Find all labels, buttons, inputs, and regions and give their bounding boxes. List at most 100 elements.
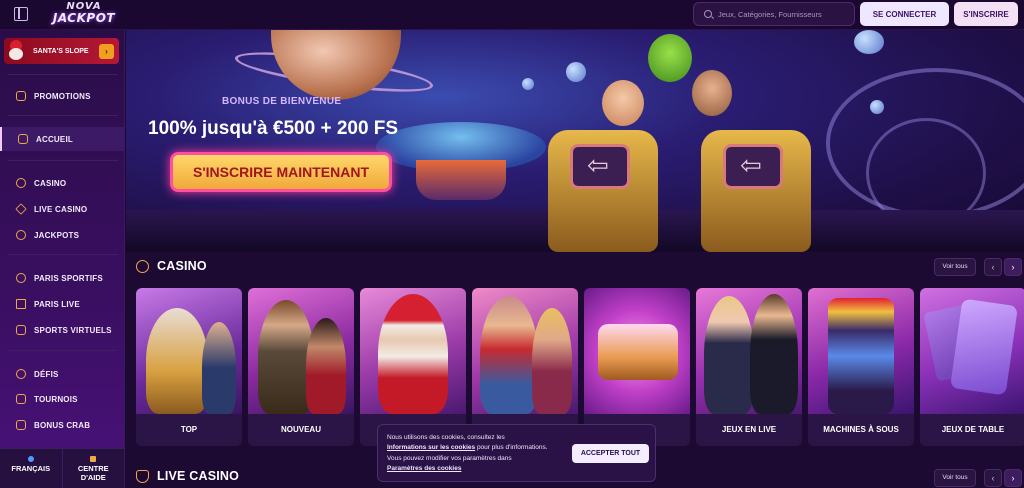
sidebar-divider (8, 115, 118, 116)
site-logo[interactable]: NOVA JACKPOT (46, 0, 122, 26)
sidebar-item-jackpots[interactable]: JACKPOTS (0, 223, 124, 247)
cookie-banner: Nous utilisons des cookies, consultez le… (377, 424, 656, 482)
bumper-car-illustration (548, 130, 658, 252)
bumper-car-illustration (701, 130, 811, 252)
sidebar-item-label: ACCUEIL (36, 134, 73, 144)
live-casino-prev-button[interactable]: ‹ (984, 469, 1002, 487)
chevron-right-icon[interactable]: › (99, 43, 114, 59)
live-casino-next-button[interactable]: › (1004, 469, 1022, 487)
slot-machine-artwork (808, 288, 914, 414)
sidebar-item-label: DÉFIS (34, 369, 59, 379)
cookie-text-line: pour plus d'informations. (475, 444, 548, 452)
sidebar-item-label: JACKPOTS (34, 230, 80, 240)
crown-artwork (584, 288, 690, 414)
welcome-bonus-banner[interactable]: BONUS DE BIENVENUE 100% jusqu'à €500 + 2… (126, 30, 1024, 252)
play-icon (16, 299, 26, 309)
category-card-nouveau[interactable]: NOUVEAU (248, 288, 354, 446)
sidebar-item-casino[interactable]: CASINO (0, 171, 124, 195)
sidebar-item-sports-virtuels[interactable]: SPORTS VIRTUELS (0, 318, 124, 342)
crab-icon (16, 420, 26, 430)
sidebar-item-accueil[interactable]: ACCUEIL (0, 127, 124, 151)
globe-icon (27, 456, 34, 462)
sidebar-item-defis[interactable]: DÉFIS (0, 362, 124, 386)
cookie-text: Nous utilisons des cookies, consultez le… (387, 433, 567, 474)
help-icon (90, 456, 97, 462)
alien-illustration (648, 34, 692, 82)
cookie-settings-link[interactable]: Paramètres des cookies (387, 465, 461, 472)
sidebar-divider (8, 254, 118, 255)
sidebar-item-bonus-crab[interactable]: BONUS CRAB (0, 413, 124, 437)
register-button[interactable]: S'INSCRIRE (954, 2, 1018, 26)
sports-icon (16, 273, 26, 283)
section-title: CASINO (157, 259, 207, 273)
cookie-info-link[interactable]: Informations sur les cookies (387, 444, 475, 451)
login-button[interactable]: SE CONNECTER (860, 2, 949, 26)
santa-icon (7, 40, 27, 62)
cowboy-artwork (472, 288, 578, 414)
rider-illustration (602, 80, 644, 126)
adventurer-artwork (248, 288, 354, 414)
trophy-icon (16, 394, 26, 404)
search-icon (704, 10, 712, 18)
sidebar-toggle-icon[interactable] (14, 7, 28, 21)
medal-icon (16, 369, 26, 379)
card-caption: NOUVEAU (248, 414, 354, 446)
bonus-label: BONUS DE BIENVENUE (222, 96, 342, 107)
category-card-western[interactable] (472, 288, 578, 446)
language-label: FRANÇAIS (11, 464, 51, 473)
sidebar-divider (8, 74, 118, 75)
santas-slope-promo-card[interactable]: SANTA'S SLOPE › (4, 38, 119, 64)
search-input[interactable] (718, 9, 848, 19)
spade-icon (136, 469, 149, 483)
sidebar-item-live-casino[interactable]: LIVE CASINO (0, 197, 124, 221)
category-card-jeux-en-live[interactable]: JEUX EN LIVE (696, 288, 802, 446)
sidebar-item-label: BONUS CRAB (34, 420, 91, 430)
sidebar-item-label: SPORTS VIRTUELS (34, 325, 112, 335)
casino-next-button[interactable]: › (1004, 258, 1022, 276)
santa-artwork (360, 288, 466, 414)
accept-all-cookies-button[interactable]: ACCEPTER TOUT (572, 444, 649, 463)
sidebar-item-paris-sportifs[interactable]: PARIS SPORTIFS (0, 266, 124, 290)
gift-icon (16, 91, 26, 101)
category-card-top[interactable]: TOP (136, 288, 242, 446)
home-icon (18, 134, 28, 144)
moon-illustration (566, 62, 586, 82)
category-card-crown[interactable] (584, 288, 690, 446)
sidebar-item-label: PARIS LIVE (34, 299, 80, 309)
category-card-jeux-de-table[interactable]: JEUX DE TABLE (920, 288, 1024, 446)
casino-section-header: CASINO (136, 259, 207, 273)
sidebar-item-promotions[interactable]: PROMOTIONS (0, 84, 124, 108)
card-caption: JEUX DE TABLE (920, 414, 1024, 446)
sidebar-item-tournois[interactable]: TOURNOIS (0, 387, 124, 411)
card-caption: TOP (136, 414, 242, 446)
card-caption: JEUX EN LIVE (696, 414, 802, 446)
live-casino-view-all-button[interactable]: Voir tous (934, 469, 976, 487)
search-box[interactable] (693, 2, 855, 26)
sidebar-item-paris-live[interactable]: PARIS LIVE (0, 292, 124, 316)
jackpot-icon (16, 230, 26, 240)
sidebar-item-label: CASINO (34, 178, 67, 188)
sidebar: SANTA'S SLOPE › PROMOTIONS ACCUEIL CASIN… (0, 30, 125, 488)
card-caption: MACHINES À SOUS (808, 414, 914, 446)
language-selector[interactable]: FRANÇAIS (0, 449, 63, 488)
category-card-santa[interactable] (360, 288, 466, 446)
register-now-button[interactable]: S'INSCRIRE MAINTENANT (170, 152, 392, 192)
sidebar-item-label: LIVE CASINO (34, 204, 88, 214)
casino-view-all-button[interactable]: Voir tous (934, 258, 976, 276)
sidebar-divider (8, 350, 118, 351)
live-dealers-artwork (696, 288, 802, 414)
sidebar-divider (8, 160, 118, 161)
casino-prev-button[interactable]: ‹ (984, 258, 1002, 276)
cookie-text-line: Vous pouvez modifier vos paramètres dans (387, 454, 512, 462)
cookie-text-line: Nous utilisons des cookies, consultez le… (387, 434, 505, 441)
sidebar-item-label: PROMOTIONS (34, 91, 91, 101)
help-center-link[interactable]: CENTRE D'AIDE (63, 449, 125, 488)
casino-chip-icon (16, 178, 26, 188)
sidebar-footer: FRANÇAIS CENTRE D'AIDE (0, 448, 124, 488)
spade-icon (15, 203, 27, 215)
moon-illustration (854, 30, 884, 54)
section-title: LIVE CASINO (157, 469, 240, 483)
zeus-artwork (136, 288, 242, 414)
ufo-tower-illustration (416, 160, 506, 200)
category-card-machines-a-sous[interactable]: MACHINES À SOUS (808, 288, 914, 446)
